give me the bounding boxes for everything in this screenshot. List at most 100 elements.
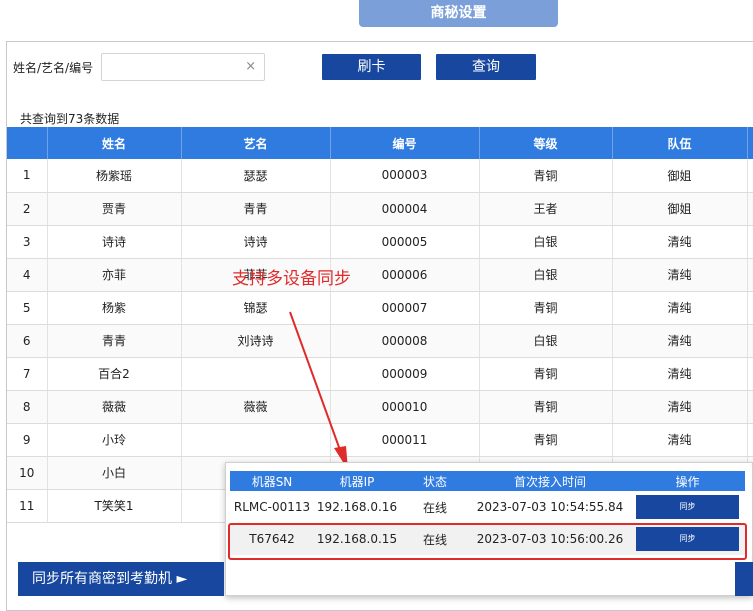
cell-index: 9 [7, 423, 48, 457]
cell-level: 青铜 [479, 159, 613, 193]
cell-extra [747, 357, 753, 391]
cell-name: T笑笑1 [47, 489, 182, 523]
cell-number: 000010 [330, 390, 480, 424]
cell-level: 白银 [479, 225, 613, 259]
table-row[interactable]: 2 贾青 青青 000004 王者 御姐 [7, 192, 753, 226]
cell-number: 000009 [330, 357, 480, 391]
device-table: 机器SN 机器IP 状态 首次接入时间 操作 RLMC-00113 192.16… [230, 471, 745, 555]
cell-name: 小白 [47, 456, 182, 490]
cell-index: 8 [7, 390, 48, 424]
sync-all-button[interactable]: 同步所有商密到考勤机 ► [18, 562, 224, 596]
annotation-text: 支持多设备同步 [232, 269, 351, 289]
cell-level: 青铜 [479, 357, 613, 391]
header-extra [747, 127, 753, 159]
cell-number: 000004 [330, 192, 480, 226]
cell-level: 青铜 [479, 423, 613, 457]
cell-extra [747, 225, 753, 259]
table-row[interactable]: 5 杨紫 锦瑟 000007 青铜 清纯 [7, 291, 753, 325]
cell-number: 000011 [330, 423, 480, 457]
header-number: 编号 [330, 127, 480, 159]
device-time: 2023-07-03 10:56:00.26 [470, 523, 630, 555]
cell-index: 2 [7, 192, 48, 226]
cell-name: 小玲 [47, 423, 182, 457]
cell-level: 青铜 [479, 291, 613, 325]
cell-stage-name: 诗诗 [181, 225, 331, 259]
cell-team: 清纯 [612, 225, 748, 259]
device-sn: T67642 [230, 523, 314, 555]
header-index [7, 127, 48, 159]
cell-team: 清纯 [612, 423, 748, 457]
cell-extra [747, 258, 753, 292]
cell-number: 000006 [330, 258, 480, 292]
cell-extra [747, 192, 753, 226]
cell-index: 1 [7, 159, 48, 193]
cell-index: 4 [7, 258, 48, 292]
cell-team: 清纯 [612, 258, 748, 292]
search-input[interactable] [102, 54, 243, 80]
table-row[interactable]: 1 杨紫瑶 瑟瑟 000003 青铜 御姐 [7, 159, 753, 193]
device-header-time: 首次接入时间 [470, 471, 630, 491]
table-row[interactable]: 4 亦菲 菲菲 000006 白银 清纯 [7, 258, 753, 292]
table-row[interactable]: 7 百合2 000009 青铜 清纯 [7, 357, 753, 391]
cell-name: 青青 [47, 324, 182, 358]
device-status: 在线 [400, 523, 470, 555]
cell-stage-name [181, 357, 331, 391]
header-stage-name: 艺名 [181, 127, 331, 159]
header-level: 等级 [479, 127, 613, 159]
table-row[interactable]: 6 青青 刘诗诗 000008 白银 清纯 [7, 324, 753, 358]
cell-index: 10 [7, 456, 48, 490]
cell-number: 000005 [330, 225, 480, 259]
cell-level: 王者 [479, 192, 613, 226]
device-header-sn: 机器SN [230, 471, 314, 491]
cell-extra [747, 390, 753, 424]
query-button[interactable]: 查询 [436, 54, 536, 80]
swipe-card-button[interactable]: 刷卡 [322, 54, 421, 80]
cell-name: 百合2 [47, 357, 182, 391]
cell-index: 3 [7, 225, 48, 259]
tab-merchant-secret-settings[interactable]: 商秘设置 [359, 0, 558, 27]
clear-icon[interactable]: × [245, 59, 256, 74]
device-sn: RLMC-00113 [233, 500, 311, 514]
device-header-status: 状态 [400, 471, 470, 491]
cell-index: 5 [7, 291, 48, 325]
header-name: 姓名 [47, 127, 182, 159]
cell-team: 御姐 [612, 192, 748, 226]
cell-name: 杨紫 [47, 291, 182, 325]
cell-level: 青铜 [479, 390, 613, 424]
device-row: T67642 192.168.0.15 在线 2023-07-03 10:56:… [230, 523, 745, 555]
table-header-row: 姓名 艺名 编号 等级 队伍 [7, 127, 753, 159]
cell-number: 000003 [330, 159, 480, 193]
header-team: 队伍 [612, 127, 748, 159]
cell-team: 清纯 [612, 324, 748, 358]
cell-stage-name: 锦瑟 [181, 291, 331, 325]
cell-index: 11 [7, 489, 48, 523]
cell-index: 7 [7, 357, 48, 391]
search-label: 姓名/艺名/编号 [13, 60, 94, 75]
cell-level: 白银 [479, 324, 613, 358]
cell-extra [747, 291, 753, 325]
cell-name: 贾青 [47, 192, 182, 226]
cell-stage-name: 薇薇 [181, 390, 331, 424]
bottom-right-button[interactable] [735, 562, 753, 596]
cell-number: 000007 [330, 291, 480, 325]
table-row[interactable]: 3 诗诗 诗诗 000005 白银 清纯 [7, 225, 753, 259]
cell-extra [747, 324, 753, 358]
sync-device-button[interactable]: 同步 [636, 527, 739, 551]
cell-stage-name [181, 423, 331, 457]
device-time: 2023-07-03 10:54:55.84 [476, 500, 624, 514]
cell-name: 薇薇 [47, 390, 182, 424]
table-row[interactable]: 9 小玲 000011 青铜 清纯 [7, 423, 753, 457]
table-row[interactable]: 8 薇薇 薇薇 000010 青铜 清纯 [7, 390, 753, 424]
search-field[interactable]: × [101, 53, 266, 81]
device-header-row: 机器SN 机器IP 状态 首次接入时间 操作 [230, 471, 745, 491]
cell-stage-name: 刘诗诗 [181, 324, 331, 358]
device-ip: 192.168.0.15 [314, 523, 400, 555]
device-status: 在线 [422, 500, 447, 515]
cell-level: 白银 [479, 258, 613, 292]
cell-name: 亦菲 [47, 258, 182, 292]
cell-team: 清纯 [612, 357, 748, 391]
result-count: 共查询到73条数据 [20, 112, 120, 126]
sync-device-button[interactable]: 同步 [636, 495, 739, 519]
search-row: 姓名/艺名/编号 × [13, 52, 266, 82]
cell-stage-name: 瑟瑟 [181, 159, 331, 193]
